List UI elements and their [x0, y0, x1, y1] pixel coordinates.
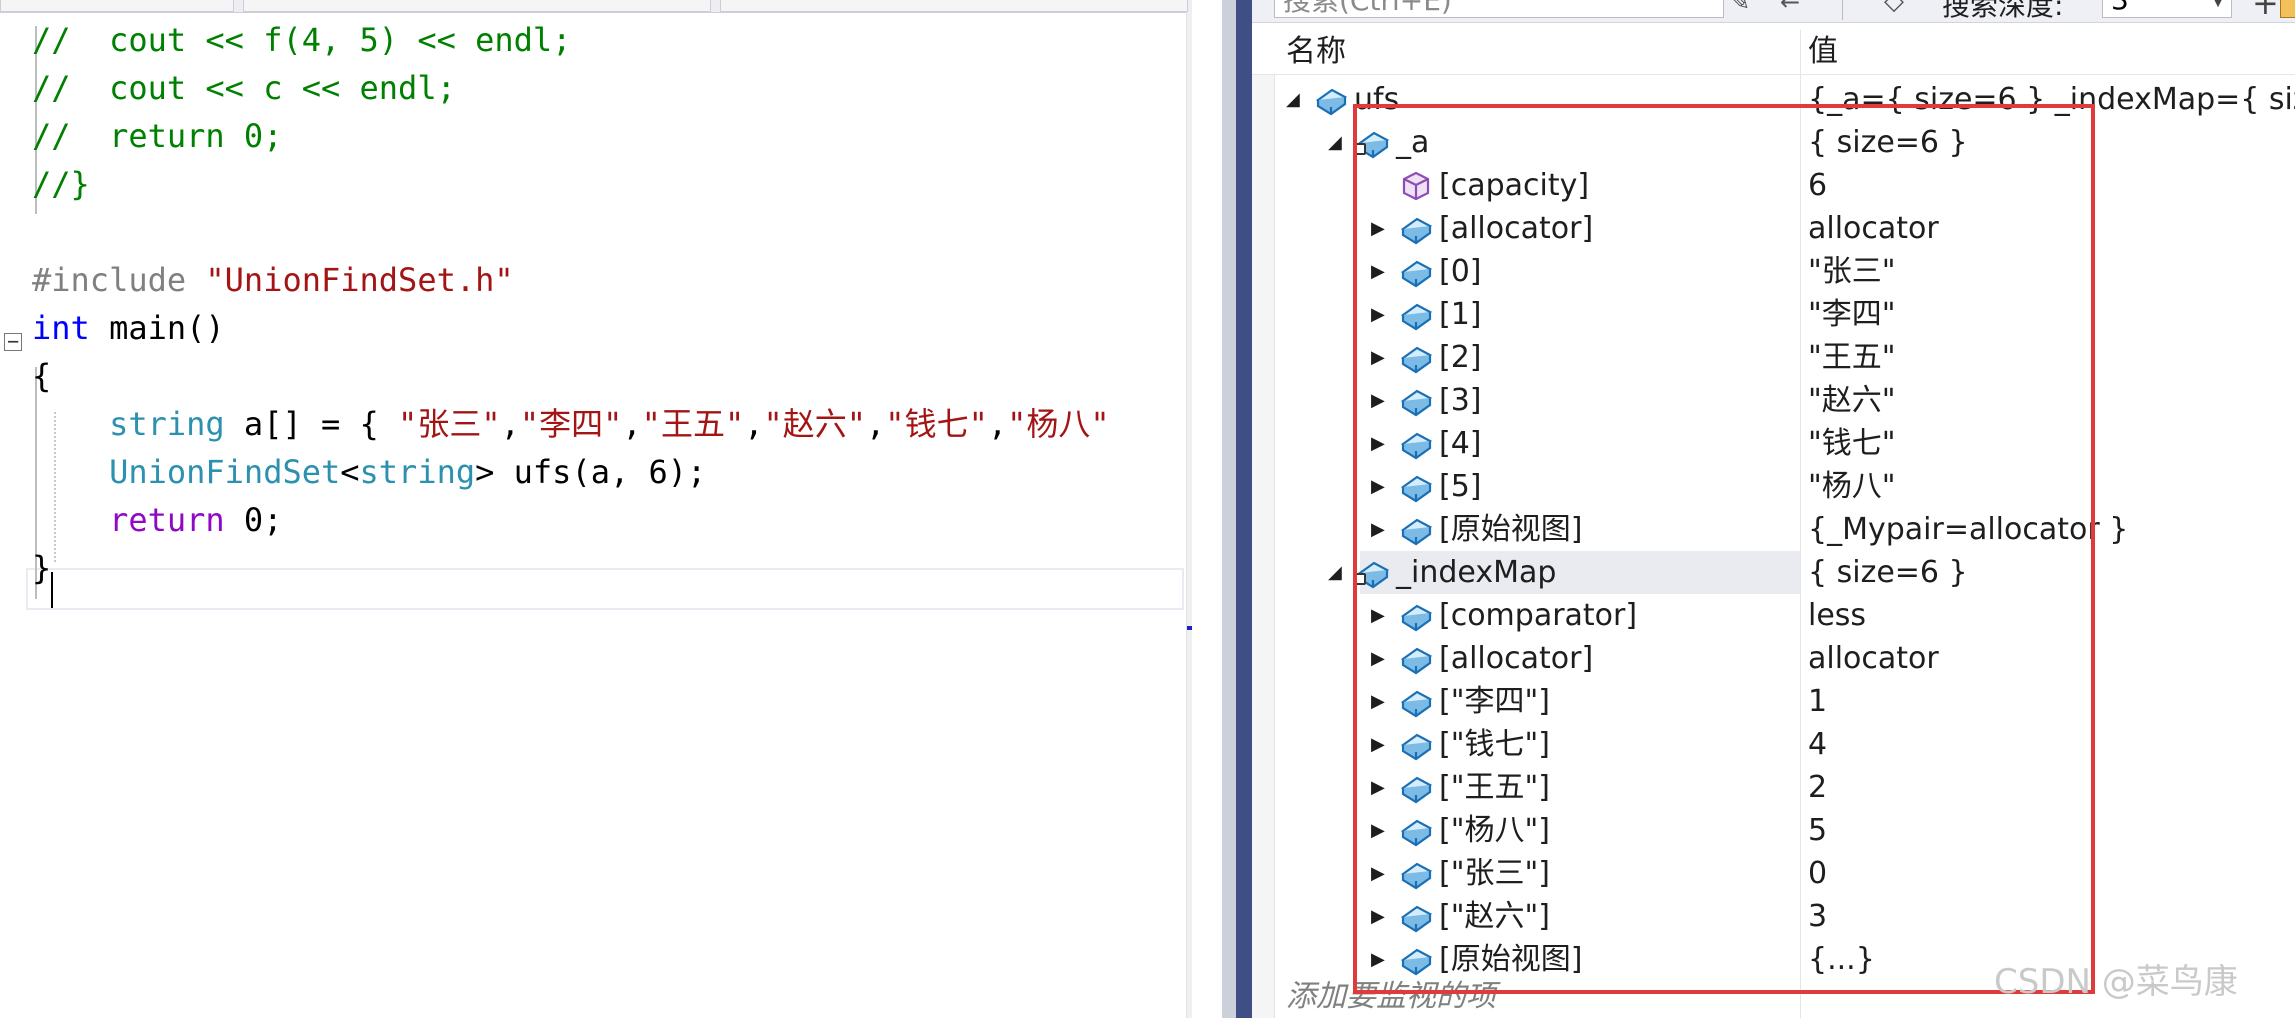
code-token: main(): [89, 309, 225, 347]
code-token: "杨八": [1007, 405, 1110, 443]
code-token: int: [32, 309, 90, 347]
column-header-value[interactable]: 值: [1808, 30, 1838, 74]
watch-toolbar: 搜索(Ctrl+E) ✎ ← ◇ 搜索深度: 3 ▼ +: [1252, 0, 2295, 23]
text-caret: [51, 572, 53, 608]
code-token: ,: [622, 405, 642, 443]
member-dropdown[interactable]: [720, 0, 1188, 12]
code-area[interactable]: − // cout << f(4, 5) << endl; // cout << …: [0, 12, 1185, 1018]
editor-scrollbar[interactable]: [1186, 12, 1192, 1018]
code-line[interactable]: }: [32, 544, 51, 592]
code-token: string: [109, 405, 225, 443]
code-token: ,: [987, 405, 1008, 443]
code-token: "赵六": [763, 405, 867, 443]
code-token: "张三": [398, 405, 501, 443]
code-line[interactable]: // return 0;: [32, 112, 282, 160]
search-input[interactable]: 搜索(Ctrl+E): [1274, 0, 1724, 18]
window-border: [1236, 0, 1252, 1018]
code-token: ,: [866, 405, 886, 443]
code-token: "王五": [641, 405, 745, 443]
search-depth-icon: ◇: [1884, 0, 1904, 16]
annotation-highlight-box: [1353, 104, 2095, 994]
code-line[interactable]: UnionFindSet<string> ufs(a, 6);: [32, 448, 706, 496]
code-token: > ufs(a, 6);: [475, 453, 707, 491]
code-line[interactable]: string a[] = { "张三","李四","王五","赵六","钱七",…: [32, 400, 1110, 448]
collapse-icon[interactable]: ◢: [1328, 551, 1342, 594]
code-line[interactable]: #include "UnionFindSet.h": [32, 256, 514, 304]
code-token: ,: [744, 405, 764, 443]
watermark: CSDN @菜鸟康: [1994, 962, 2238, 1002]
code-token: }: [32, 549, 52, 587]
code-token: // cout << c << endl;: [32, 69, 456, 107]
code-line[interactable]: int main(): [32, 304, 225, 352]
pane-splitter[interactable]: [1222, 0, 1236, 1018]
search-depth-value: 3: [2111, 0, 2129, 16]
toolbar-separator: [1842, 0, 1843, 20]
code-token: ,: [500, 405, 520, 443]
code-line[interactable]: // cout << c << endl;: [32, 64, 456, 112]
code-line[interactable]: // cout << f(4, 5) << endl;: [32, 16, 571, 64]
watch-column-header: 名称 值: [1252, 30, 2295, 75]
search-depth-label: 搜索深度:: [1942, 0, 2064, 22]
object-icon: [1315, 88, 1348, 116]
code-token: {: [32, 357, 52, 395]
code-line[interactable]: {: [32, 352, 51, 400]
code-token: a[] = {: [224, 405, 399, 443]
collapse-icon[interactable]: ◢: [1286, 78, 1300, 121]
search-previous-icon[interactable]: ←: [1780, 0, 1800, 16]
toolbar-pin-icon[interactable]: [2280, 0, 2295, 18]
code-line[interactable]: //}: [32, 160, 90, 208]
code-token: "UnionFindSet.h": [205, 261, 514, 299]
code-token: return: [109, 501, 225, 539]
code-token: string: [359, 453, 476, 491]
code-token: "李四": [519, 405, 623, 443]
code-token: UnionFindSet: [109, 453, 341, 491]
collapse-icon[interactable]: −: [4, 331, 22, 351]
code-token: "钱七": [885, 405, 988, 443]
code-token: 0;: [224, 501, 283, 539]
chevron-down-icon: ▼: [2211, 0, 2225, 15]
add-watch-icon[interactable]: +: [2252, 0, 2279, 22]
column-header-name[interactable]: 名称: [1286, 30, 1346, 74]
collapse-icon[interactable]: ◢: [1328, 121, 1342, 164]
code-token: #include: [32, 261, 206, 299]
search-depth-select[interactable]: 3 ▼: [2102, 0, 2232, 18]
caret-position-marker: [1187, 626, 1192, 630]
search-options-icon[interactable]: ✎: [1730, 0, 1750, 16]
code-token: // return 0;: [32, 117, 283, 155]
code-editor[interactable]: − // cout << f(4, 5) << endl; // cout << …: [0, 0, 1192, 1018]
code-line[interactable]: return 0;: [32, 496, 282, 544]
scope-dropdown[interactable]: [243, 0, 711, 12]
current-line-highlight: [26, 568, 1184, 610]
code-token: //}: [32, 165, 90, 203]
code-token: // cout << f(4, 5) << endl;: [32, 21, 572, 59]
project-dropdown[interactable]: [0, 0, 234, 12]
code-token: <: [340, 453, 360, 491]
